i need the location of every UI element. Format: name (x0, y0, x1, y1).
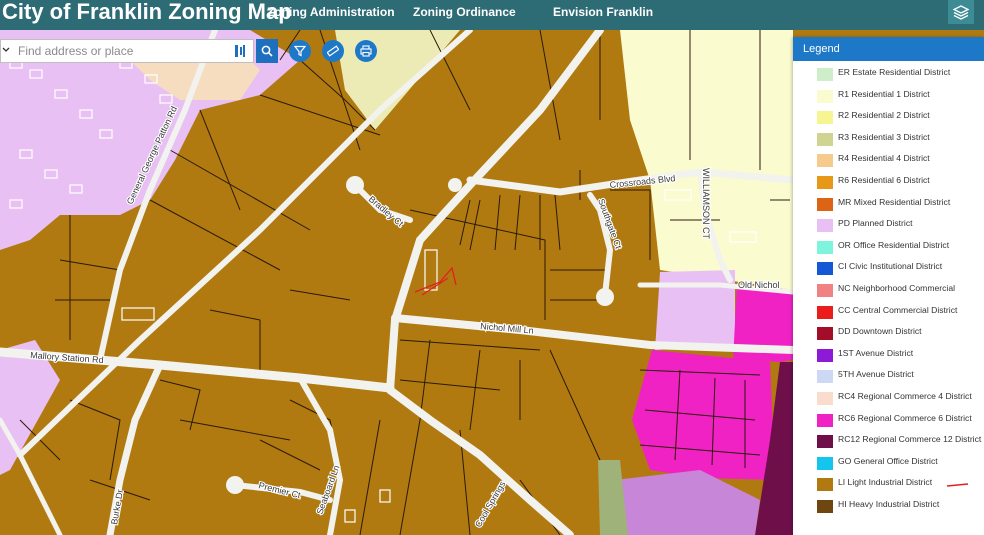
filter-button[interactable] (289, 40, 311, 62)
legend-item: RC6 Regional Commerce 6 District (793, 410, 984, 432)
annotation-underline (946, 483, 969, 487)
legend-title: Legend (793, 37, 984, 61)
legend-swatch (817, 111, 833, 125)
legend-item: DD Downtown District (793, 323, 984, 345)
layers-icon (953, 5, 969, 20)
legend-item: OR Office Residential District (793, 237, 984, 259)
legend-item: RC4 Regional Commerce 4 District (793, 388, 984, 410)
nav-zoning-administration[interactable]: Zoning Administration (267, 0, 395, 24)
legend-label: R2 Residential 2 District (838, 110, 930, 121)
legend-item: R2 Residential 2 District (793, 107, 984, 129)
legend-item: 1ST Avenue District (793, 345, 984, 367)
legend-swatch (817, 413, 833, 427)
legend-label: R1 Residential 1 District (838, 88, 930, 99)
legend-item: MR Mixed Residential District (793, 194, 984, 216)
legend-label: CI Civic Institutional District (838, 261, 943, 272)
legend-item: RC12 Regional Commerce 12 District (793, 431, 984, 453)
legend-swatch (817, 305, 833, 319)
legend-swatch (817, 499, 833, 513)
legend-swatch (817, 435, 833, 449)
legend-label: R3 Residential 3 District (838, 131, 930, 142)
legend-item: ER Estate Residential District (793, 64, 984, 86)
legend-swatch (817, 370, 833, 384)
legend-swatch (817, 197, 833, 211)
legend-swatch (817, 132, 833, 146)
legend-label: GO General Office District (838, 455, 938, 466)
legend-label: NC Neighborhood Commercial (838, 282, 956, 293)
legend-swatch (817, 68, 833, 81)
app-title: City of Franklin Zoning Map (2, 0, 292, 24)
ruler-icon (327, 45, 339, 57)
legend-label: DD Downtown District (838, 326, 922, 337)
chevron-icon[interactable] (1, 44, 11, 58)
legend-swatch (817, 240, 833, 254)
legend-swatch (817, 154, 833, 168)
legend-swatch (817, 348, 833, 362)
legend-item: NC Neighborhood Commercial (793, 280, 984, 302)
legend-label: CC Central Commercial District (838, 304, 958, 315)
search-icon (261, 45, 273, 57)
legend-item: R1 Residential 1 District (793, 86, 984, 108)
legend-label: RC6 Regional Commerce 6 District (838, 412, 972, 423)
legend-label: 5TH Avenue District (838, 369, 914, 380)
legend-panel: Legend ER Estate Residential District R1 … (793, 37, 984, 535)
legend-swatch (817, 219, 833, 233)
legend-swatch (817, 391, 833, 405)
legend-label: HI Heavy Industrial District (838, 498, 940, 509)
legend-item: PD Planned District (793, 215, 984, 237)
locate-icon[interactable] (233, 43, 247, 59)
search-box (0, 39, 254, 63)
legend-item: HI Heavy Industrial District (793, 496, 984, 518)
legend-label: ER Estate Residential District (838, 67, 951, 77)
legend-swatch (817, 89, 833, 103)
filter-icon (294, 45, 306, 57)
legend-label: RC12 Regional Commerce 12 District (838, 434, 982, 445)
legend-swatch (817, 456, 833, 470)
legend-label: MR Mixed Residential District (838, 196, 951, 207)
legend-label: PD Planned District (838, 218, 913, 229)
legend-label: R4 Residential 4 District (838, 153, 930, 164)
legend-label: R6 Residential 6 District (838, 174, 930, 185)
legend-item: GO General Office District (793, 453, 984, 475)
legend-item: CC Central Commercial District (793, 302, 984, 324)
zone-planned-right (655, 270, 735, 350)
legend-swatch (817, 327, 833, 341)
legend-swatch (817, 478, 833, 492)
legend-list: ER Estate Residential District R1 Residen… (793, 64, 984, 517)
label-old-nichol: Old Nichol (738, 280, 780, 290)
search-input[interactable] (14, 40, 232, 62)
print-button[interactable] (355, 40, 377, 62)
legend-item: R4 Residential 4 District (793, 150, 984, 172)
legend-item: CI Civic Institutional District (793, 258, 984, 280)
nav-zoning-ordinance[interactable]: Zoning Ordinance (413, 0, 516, 24)
printer-icon (360, 45, 372, 57)
legend-swatch (817, 283, 833, 297)
legend-label: OR Office Residential District (838, 239, 950, 250)
legend-item: 5TH Avenue District (793, 366, 984, 388)
layers-button[interactable] (948, 0, 974, 24)
legend-swatch (817, 175, 833, 189)
nav-envision-franklin[interactable]: Envision Franklin (553, 0, 653, 24)
measure-button[interactable] (322, 40, 344, 62)
legend-item: R6 Residential 6 District (793, 172, 984, 194)
legend-label: LI Light Industrial District (838, 477, 933, 488)
legend-label: 1ST Avenue District (838, 347, 914, 358)
label-williamson-ct: WILLIAMSON CT (701, 168, 711, 240)
app-header: City of Franklin Zoning Map Zoning Admin… (0, 0, 984, 30)
legend-item: R3 Residential 3 District (793, 129, 984, 151)
search-button[interactable] (256, 39, 278, 63)
legend-label: RC4 Regional Commerce 4 District (838, 390, 972, 401)
legend-swatch (817, 262, 833, 276)
